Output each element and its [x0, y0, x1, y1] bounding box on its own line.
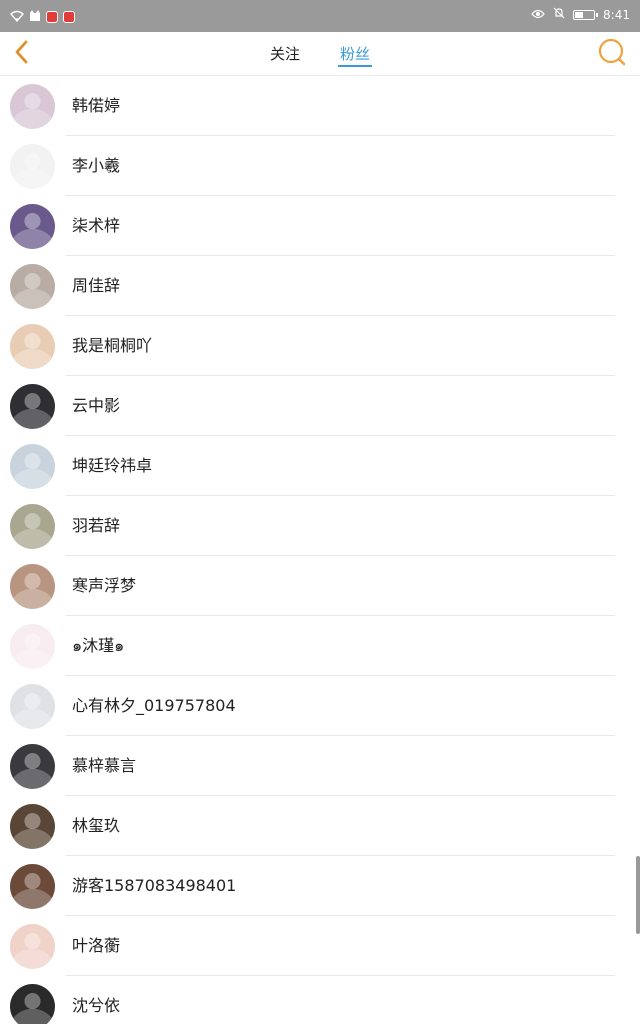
follower-name: 沈兮依: [72, 996, 121, 1015]
status-right-icons: 8:41: [531, 7, 630, 22]
avatar[interactable]: [10, 84, 55, 129]
bell-off-icon: [553, 7, 565, 22]
status-left-icons: [10, 7, 75, 26]
avatar[interactable]: [10, 864, 55, 909]
avatar[interactable]: [10, 144, 55, 189]
follower-row[interactable]: 心有林夕_019757804: [0, 676, 640, 736]
follower-row[interactable]: 慕梓慕言: [0, 736, 640, 796]
follower-name: 林玺玖: [72, 816, 121, 835]
follower-name: 我是桐桐吖: [72, 336, 153, 355]
follower-name: 游客1587083498401: [72, 876, 237, 895]
avatar[interactable]: [10, 384, 55, 429]
status-bar: 8:41: [0, 0, 640, 32]
follower-row[interactable]: 柒术梓: [0, 196, 640, 256]
follower-row[interactable]: 羽若辞: [0, 496, 640, 556]
avatar[interactable]: [10, 444, 55, 489]
follower-name: 坤廷玲祎卓: [72, 456, 153, 475]
avatar[interactable]: [10, 324, 55, 369]
follower-row[interactable]: ๑沐瑾๑: [0, 616, 640, 676]
avatar[interactable]: [10, 984, 55, 1024]
avatar[interactable]: [10, 264, 55, 309]
search-button[interactable]: [594, 36, 630, 72]
avatar[interactable]: [10, 804, 55, 849]
follower-row[interactable]: 韩偌婷: [0, 76, 640, 136]
follower-row[interactable]: 坤廷玲祎卓: [0, 436, 640, 496]
follower-row[interactable]: 叶洛蘅: [0, 916, 640, 976]
avatar[interactable]: [10, 564, 55, 609]
follower-row[interactable]: 寒声浮梦: [0, 556, 640, 616]
follower-row[interactable]: 李小羲: [0, 136, 640, 196]
follower-row[interactable]: 我是桐桐吖: [0, 316, 640, 376]
avatar[interactable]: [10, 744, 55, 789]
follower-name: 云中影: [72, 396, 121, 415]
follower-name: 羽若辞: [72, 516, 121, 535]
tab-following[interactable]: 关注: [268, 32, 302, 76]
battery-icon: [573, 9, 599, 20]
cat-app-icon: [29, 7, 41, 26]
avatar[interactable]: [10, 684, 55, 729]
tab-bar: 关注 粉丝: [0, 32, 640, 76]
follower-row[interactable]: 游客1587083498401: [0, 856, 640, 916]
follower-row[interactable]: 沈兮依: [0, 976, 640, 1024]
follower-row[interactable]: 林玺玖: [0, 796, 640, 856]
follower-name: 李小羲: [72, 156, 121, 175]
follower-name: 慕梓慕言: [72, 756, 137, 775]
follower-name: 叶洛蘅: [72, 936, 121, 955]
tab-followers[interactable]: 粉丝: [338, 32, 373, 76]
app-badge-icon: [63, 10, 75, 23]
follower-name: 寒声浮梦: [72, 576, 137, 595]
follower-row[interactable]: 周佳辞: [0, 256, 640, 316]
follower-name: 柒术梓: [72, 216, 121, 235]
avatar[interactable]: [10, 624, 55, 669]
follower-list[interactable]: 韩偌婷李小羲柒术梓周佳辞我是桐桐吖云中影坤廷玲祎卓羽若辞寒声浮梦 ๑沐瑾๑ 心有林夕…: [0, 76, 640, 1024]
follower-name: 心有林夕_019757804: [72, 696, 236, 715]
header: 关注 粉丝: [0, 32, 640, 76]
follower-row[interactable]: 云中影: [0, 376, 640, 436]
wifi-icon: [10, 7, 24, 26]
follower-name: 周佳辞: [72, 276, 121, 295]
follower-name: 韩偌婷: [72, 96, 121, 115]
status-time: 8:41: [603, 7, 630, 22]
search-icon: [597, 37, 627, 71]
follower-name: ๑沐瑾๑: [72, 636, 125, 655]
eye-icon: [531, 8, 545, 22]
app-badge-icon: [46, 10, 58, 23]
avatar[interactable]: [10, 504, 55, 549]
scrollbar[interactable]: [636, 856, 640, 934]
avatar[interactable]: [10, 924, 55, 969]
avatar[interactable]: [10, 204, 55, 249]
